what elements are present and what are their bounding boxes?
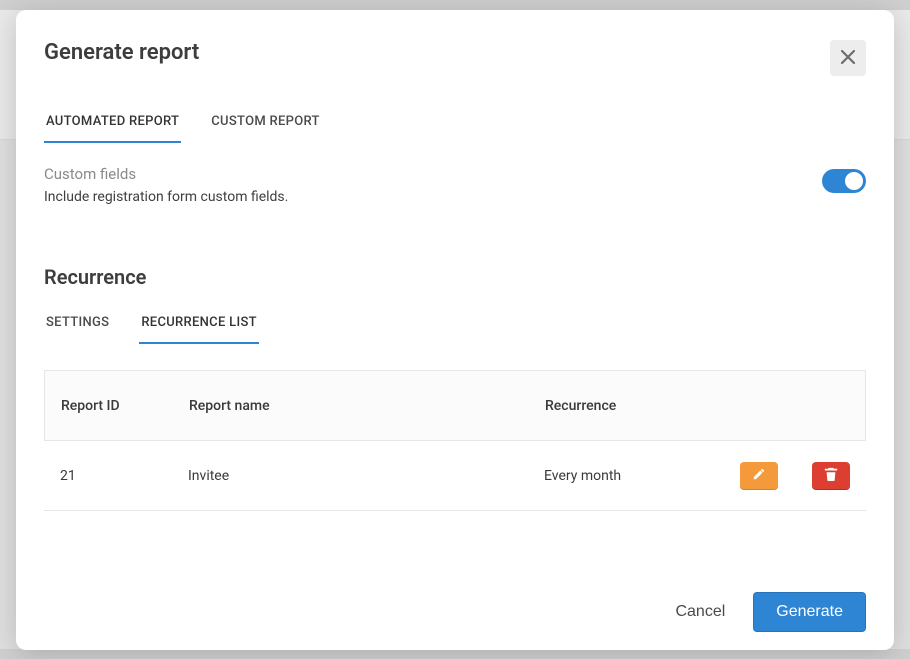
modal-title: Generate report [44,40,199,65]
recurrence-title: Recurrence [44,265,866,289]
recurrence-tabs: SETTINGS RECURRENCE LIST [44,315,866,344]
trash-icon [824,467,838,484]
report-type-tabs: AUTOMATED REPORT CUSTOM REPORT [44,114,866,143]
col-header-report-id: Report ID [61,398,189,414]
delete-button[interactable] [812,462,850,490]
custom-fields-toggle[interactable] [822,169,866,193]
custom-fields-label: Custom fields [44,165,288,183]
edit-button[interactable] [740,462,778,490]
custom-fields-setting: Custom fields Include registration form … [44,165,866,205]
tab-custom-report[interactable]: CUSTOM REPORT [209,114,322,143]
generate-report-modal: Generate report AUTOMATED REPORT CUSTOM … [16,10,894,650]
cell-recurrence: Every month [544,468,722,484]
col-header-recurrence: Recurrence [545,398,723,414]
generate-button[interactable]: Generate [753,592,866,632]
table-row: 21 Invitee Every month [44,441,866,511]
toggle-knob [845,172,863,190]
pencil-icon [752,467,766,484]
tab-automated-report[interactable]: AUTOMATED REPORT [44,114,181,143]
recurrence-table: Report ID Report name Recurrence 21 Invi… [44,370,866,511]
close-button[interactable] [830,40,866,76]
cell-report-id: 21 [60,468,188,484]
close-icon [841,50,855,67]
modal-footer: Cancel Generate [675,592,866,632]
cell-report-name: Invitee [188,468,544,484]
table-header: Report ID Report name Recurrence [44,371,866,441]
custom-fields-description: Include registration form custom fields. [44,189,288,205]
tab-recurrence-list[interactable]: RECURRENCE LIST [139,315,259,344]
cancel-button[interactable]: Cancel [675,603,725,621]
modal-header: Generate report [16,10,894,86]
col-header-report-name: Report name [189,398,545,414]
tab-settings[interactable]: SETTINGS [44,315,111,344]
